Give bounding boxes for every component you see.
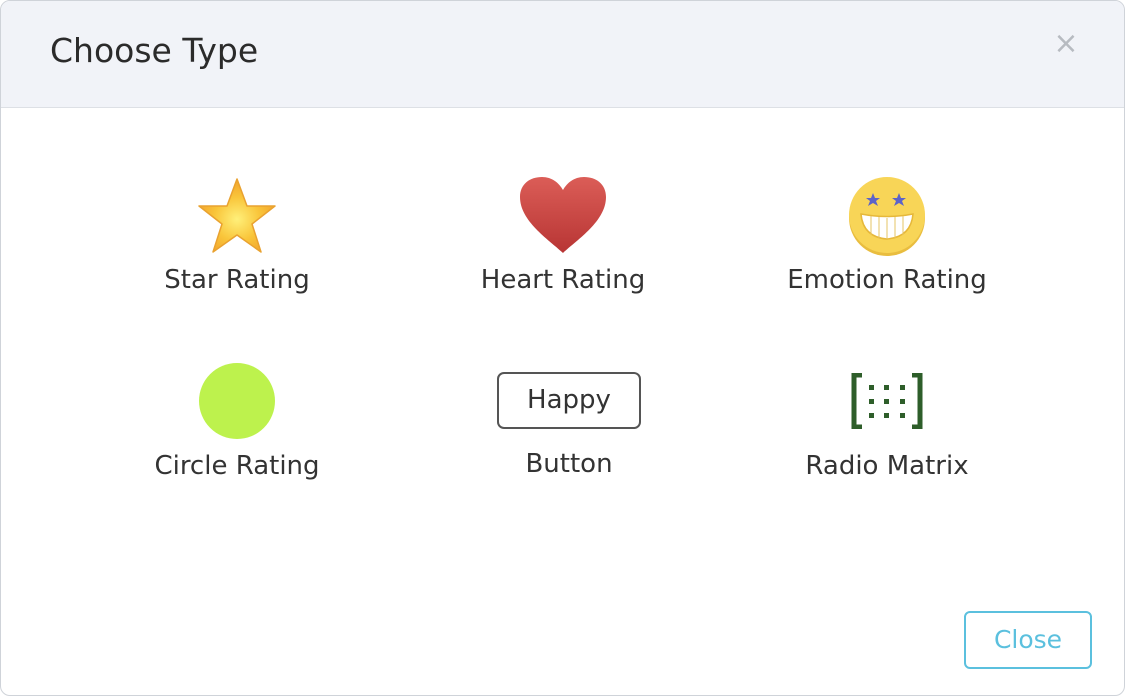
heart-icon — [520, 177, 606, 253]
close-button[interactable]: Close — [964, 611, 1092, 669]
option-circle-rating[interactable]: Circle Rating — [107, 357, 367, 497]
option-label: Heart Rating — [480, 265, 646, 295]
close-x-icon[interactable]: × — [1051, 27, 1081, 61]
choose-type-dialog: Choose Type × Star Rating Heart Rating E… — [0, 0, 1125, 696]
option-button[interactable]: Happy Button — [439, 357, 699, 497]
option-radio-matrix[interactable]: Radio Matrix — [757, 357, 1017, 497]
option-label: Radio Matrix — [805, 451, 969, 481]
star-icon — [198, 178, 276, 253]
option-label: Circle Rating — [154, 451, 320, 481]
option-heart-rating[interactable]: Heart Rating — [433, 171, 693, 311]
option-label: Star Rating — [164, 265, 310, 295]
radio-matrix-icon — [851, 373, 923, 429]
option-label: Emotion Rating — [787, 265, 987, 295]
dialog-header: Choose Type × — [1, 1, 1124, 108]
circle-icon — [199, 363, 275, 439]
dialog-title: Choose Type — [50, 31, 259, 70]
option-star-rating[interactable]: Star Rating — [107, 171, 367, 311]
happy-button-preview: Happy — [497, 372, 641, 429]
option-emotion-rating[interactable]: Emotion Rating — [757, 171, 1017, 311]
emoji-star-eyes-icon — [849, 177, 925, 256]
option-label: Button — [525, 449, 613, 479]
